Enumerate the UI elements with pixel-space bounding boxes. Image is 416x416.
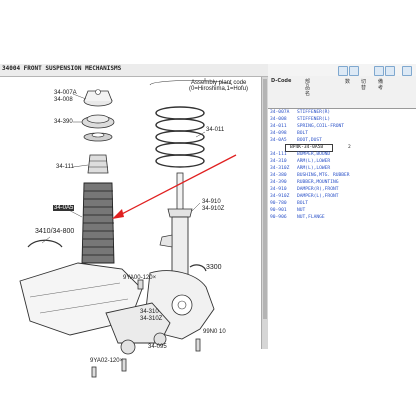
callout-34-910z[interactable]: 34-910Z: [202, 206, 224, 212]
parts-diagram[interactable]: Assembly plant code (0=Hiroshima,1=Hofu)…: [0, 77, 261, 400]
header-col-qty: 数: [344, 79, 350, 85]
window-title: 34004 FRONT SUSPENSION MECHANISMS: [2, 65, 122, 72]
callout-34-390[interactable]: 34-390: [54, 119, 73, 125]
row-name: NUT,FLANGE: [297, 215, 325, 220]
parts-table-body: 34-007A STIFFENER(R) 34-008 STIFFENER(L) 3…: [268, 109, 416, 221]
row-name: BOLT: [297, 201, 309, 206]
toolbar-button-3[interactable]: [374, 66, 384, 76]
row-code: 34-310Z: [270, 166, 290, 171]
row-name: ARM(L),LOWER: [297, 159, 331, 164]
row-name: DAMPER(R),FRONT: [297, 187, 339, 192]
callout-9ya00-120[interactable]: 9YA00-120×: [123, 275, 156, 281]
header-col-notes: 備考: [377, 79, 383, 91]
row-name: DAMPER(L),FRONT: [297, 194, 339, 199]
callout-99n0-10[interactable]: 99N0 10: [203, 329, 226, 335]
row-name: NUT: [297, 208, 306, 213]
row-code: 34-111: [270, 152, 287, 157]
row-code: 34-008: [270, 117, 287, 122]
callout-34-310[interactable]: 34-310: [140, 309, 159, 315]
table-row[interactable]: 34-910 DAMPER(R),FRONT: [268, 186, 416, 193]
row-code: 34-910Z: [270, 194, 290, 199]
toolbar-button-2[interactable]: [349, 66, 359, 76]
table-row[interactable]: 90-906 NUT,FLANGE: [268, 214, 416, 221]
row-code: 34-390: [270, 180, 287, 185]
callout-34-008[interactable]: 34-008: [54, 97, 73, 103]
callout-34-310z[interactable]: 34-310Z: [140, 316, 162, 322]
toolbar-button-5[interactable]: [402, 66, 412, 76]
callout-34-007a[interactable]: 34-007A: [54, 90, 77, 96]
row-code: 34-380: [270, 173, 287, 178]
row-name: BOOT,DUST: [297, 138, 322, 143]
row-qty: 2: [348, 145, 351, 150]
parts-table-header: D-Code 部品名 数 切替 備考: [268, 76, 416, 109]
row-part-number: BP4K-34-0A5B: [290, 145, 324, 150]
row-code: 34-910: [270, 187, 287, 192]
header-col-name: 部品名: [304, 79, 310, 97]
callout-34-111[interactable]: 34-111: [56, 164, 74, 170]
row-code: 90-780: [270, 201, 287, 206]
parts-list-panel: D-Code 部品名 数 切替 備考 34-007A STIFFENER(R) 3…: [268, 64, 416, 400]
header-code: D-Code: [271, 78, 292, 84]
note-line-2: (0=Hiroshima,1=Hofu): [189, 86, 249, 92]
row-name: ARM(L),LOWER: [297, 166, 331, 171]
callout-34-910[interactable]: 34-910: [202, 199, 221, 205]
row-code: 34-310: [270, 159, 287, 164]
callout-9ya02-120[interactable]: 9YA02-120×: [90, 358, 123, 364]
table-row[interactable]: 34-310Z ARM(L),LOWER: [268, 165, 416, 172]
row-code: 90-906: [270, 215, 287, 220]
callout-34-095[interactable]: 34-095: [148, 344, 167, 350]
row-name: BOLT: [297, 131, 309, 136]
table-row[interactable]: 34-0A5 BOOT,DUST: [268, 137, 416, 144]
row-code: 90-901: [270, 208, 287, 213]
table-row[interactable]: 34-098 BOLT: [268, 130, 416, 137]
row-code: 34-0A5: [270, 138, 287, 143]
table-row[interactable]: 90-780 BOLT: [268, 200, 416, 207]
toolbar-button-1[interactable]: [338, 66, 348, 76]
parts-toolbar: [268, 64, 416, 76]
row-code: 34-007A: [270, 110, 290, 115]
diagram-scrollbar-thumb[interactable]: [263, 79, 267, 319]
row-name: STIFFENER(L): [297, 117, 331, 122]
callout-34-0a5[interactable]: 34-0A5: [53, 205, 75, 211]
row-name: RUBBER,MOUNTING: [297, 180, 339, 185]
callout-3300[interactable]: 3300: [206, 264, 222, 271]
callout-34-011[interactable]: 34-011: [206, 127, 224, 133]
row-name: STIFFENER(R): [297, 110, 331, 115]
row-name: BUMPER,BOUND: [297, 152, 331, 157]
callout-3410-34-800[interactable]: 3410/34-800: [35, 228, 74, 235]
table-row[interactable]: 34-111 BUMPER,BOUND: [268, 151, 416, 158]
row-name: BUSHING,MTG. RUBBER: [297, 173, 350, 178]
table-row-selected[interactable]: BP4K-34-0A5B 2: [268, 144, 416, 152]
table-row[interactable]: 90-901 NUT: [268, 207, 416, 214]
table-row[interactable]: 34-008 STIFFENER(L): [268, 116, 416, 123]
header-col-switch: 切替: [360, 79, 366, 91]
table-row[interactable]: 34-390 RUBBER,MOUNTING: [268, 179, 416, 186]
diagram-drawing: [19, 78, 237, 378]
row-code: 34-011: [270, 124, 287, 129]
row-code: 34-098: [270, 131, 287, 136]
table-row[interactable]: 34-380 BUSHING,MTG. RUBBER: [268, 172, 416, 179]
table-row[interactable]: 34-910Z DAMPER(L),FRONT: [268, 193, 416, 200]
table-row[interactable]: 34-310 ARM(L),LOWER: [268, 158, 416, 165]
table-row[interactable]: 34-011 SPRING,COIL-FRONT: [268, 123, 416, 130]
toolbar-button-4[interactable]: [385, 66, 395, 76]
table-row[interactable]: 34-007A STIFFENER(R): [268, 109, 416, 116]
row-name: SPRING,COIL-FRONT: [297, 124, 345, 129]
